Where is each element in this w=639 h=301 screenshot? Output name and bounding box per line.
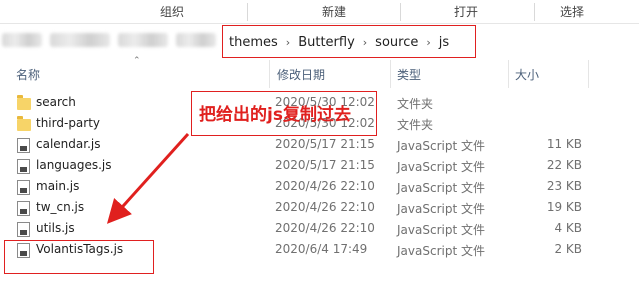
file-name: main.js: [36, 179, 80, 193]
ribbon-separator: [534, 3, 535, 21]
file-size: 2 KB: [554, 242, 582, 256]
file-type: JavaScript 文件: [397, 181, 485, 195]
file-date: 2020/4/26 22:10: [275, 221, 375, 235]
file-name: languages.js: [36, 158, 112, 172]
folder-icon: [17, 116, 31, 131]
file-name: calendar.js: [36, 137, 101, 151]
file-name: third-party: [36, 116, 101, 130]
js-file-icon: [17, 138, 30, 153]
file-date: 2020/4/26 22:10: [275, 200, 375, 214]
list-item[interactable]: utils.js 2020/4/26 22:10 JavaScript 文件 4…: [0, 219, 639, 240]
file-size: 23 KB: [546, 179, 582, 193]
ribbon-bar: 组织 新建 打开 选择: [0, 0, 639, 24]
file-type: JavaScript 文件: [397, 160, 485, 174]
list-item[interactable]: languages.js 2020/5/17 21:15 JavaScript …: [0, 156, 639, 177]
column-header-type[interactable]: 类型: [397, 66, 421, 83]
js-file-icon: [17, 180, 30, 195]
blurred-path-segment: [176, 33, 216, 47]
file-highlight-box: [4, 240, 154, 274]
file-type: JavaScript 文件: [397, 244, 485, 258]
js-file-icon: [17, 159, 30, 174]
ribbon-group-organize[interactable]: 组织: [140, 0, 204, 24]
folder-icon: [17, 95, 31, 110]
file-type: JavaScript 文件: [397, 223, 485, 237]
blurred-path-segment: [50, 33, 110, 47]
ribbon-group-open[interactable]: 打开: [434, 0, 498, 24]
blurred-path-segment: [2, 33, 42, 47]
file-size: 4 KB: [554, 221, 582, 235]
ribbon-group-select[interactable]: 选择: [540, 0, 604, 24]
column-header-size[interactable]: 大小: [515, 66, 539, 83]
file-date: 2020/5/17 21:15: [275, 137, 375, 151]
ribbon-separator: [247, 3, 248, 21]
file-size: 11 KB: [546, 137, 582, 151]
file-date: 2020/5/17 21:15: [275, 158, 375, 172]
file-type: 文件夹: [397, 118, 434, 132]
column-divider[interactable]: [588, 60, 589, 88]
file-date: 2020/6/4 17:49: [275, 242, 368, 256]
file-size: 19 KB: [546, 200, 582, 214]
column-divider[interactable]: [269, 60, 270, 88]
annotation-text: 把给出的js复制过去: [199, 105, 351, 125]
column-divider[interactable]: [390, 60, 391, 88]
file-name: search: [36, 95, 76, 109]
file-size: 22 KB: [546, 158, 582, 172]
js-file-icon: [17, 222, 30, 237]
file-type: JavaScript 文件: [397, 139, 485, 153]
list-item[interactable]: tw_cn.js 2020/4/26 22:10 JavaScript 文件 1…: [0, 198, 639, 219]
column-divider[interactable]: [508, 60, 509, 88]
blurred-path-segment: [118, 33, 168, 47]
file-name: tw_cn.js: [36, 200, 85, 214]
ribbon-separator: [400, 3, 401, 21]
ribbon-group-new[interactable]: 新建: [302, 0, 366, 24]
list-item[interactable]: main.js 2020/4/26 22:10 JavaScript 文件 23…: [0, 177, 639, 198]
column-header-date[interactable]: 修改日期: [277, 66, 325, 83]
column-header-name[interactable]: 名称: [16, 66, 40, 83]
file-date: 2020/4/26 22:10: [275, 179, 375, 193]
file-type: JavaScript 文件: [397, 202, 485, 216]
column-header-row: 名称 修改日期 类型 大小: [0, 60, 639, 88]
js-file-icon: [17, 201, 30, 216]
list-item[interactable]: calendar.js 2020/5/17 21:15 JavaScript 文…: [0, 135, 639, 156]
file-type: 文件夹: [397, 97, 434, 111]
file-name: utils.js: [36, 221, 75, 235]
address-highlight-box: [222, 25, 476, 58]
